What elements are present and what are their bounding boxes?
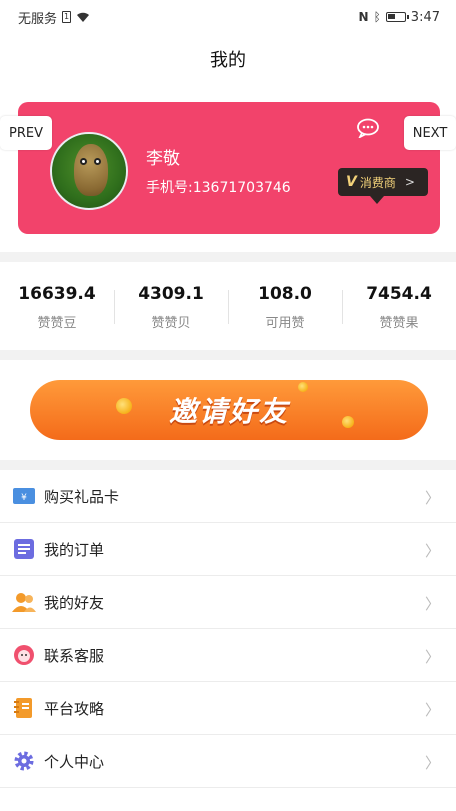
section-divider [0,350,456,360]
chevron-right-icon: 〉 [424,754,440,772]
stat-label: 可用赞 [265,316,305,331]
section-divider [0,460,456,470]
user-phone: 手机号:13671703746 [146,180,291,196]
stat-zanzanguo[interactable]: 7454.4 赞赞果 [342,274,456,346]
stat-value: 7454.4 [366,284,432,304]
menu-item-contact-service[interactable]: 联系客服 〉 [0,629,456,682]
profile-card[interactable]: 李敬 手机号:13671703746 V 消费商 > [18,102,440,234]
invite-friends-text: 邀请好友 [168,395,289,428]
carrier-text: 无服务 [18,11,58,27]
menu-label: 我的订单 [44,540,105,559]
bluetooth-icon: ᛒ [373,10,381,24]
menu-label: 联系客服 [44,646,105,665]
gift-card-icon: ¥ [12,484,36,508]
coin-icon [116,398,132,414]
svg-text:¥: ¥ [21,493,27,503]
status-bar: 无服务 1 N ᛒ 3:47 [0,0,456,34]
stat-label: 赞赞豆 [37,316,77,331]
message-icon[interactable] [356,118,380,138]
coin-icon [298,382,308,392]
avatar[interactable] [50,132,128,210]
chevron-right-icon: 〉 [424,595,440,613]
next-button[interactable]: NEXT [404,116,456,150]
chevron-right-icon: 〉 [424,701,440,719]
order-list-icon [12,537,36,561]
chevron-right-icon: 〉 [424,542,440,560]
stats-row: 16639.4 赞赞豆 4309.1 赞赞贝 108.0 可用赞 7454.4 … [0,274,456,346]
stat-zanzanbei[interactable]: 4309.1 赞赞贝 [114,274,228,346]
chevron-right-icon: 〉 [424,648,440,666]
user-name: 李敬 [146,149,180,169]
status-time: 3:47 [410,9,440,25]
stat-value: 4309.1 [138,284,204,304]
chevron-right-icon: 〉 [424,489,440,507]
invite-friends-banner[interactable]: 邀请好友 [30,380,428,440]
menu-item-platform-guide[interactable]: 平台攻略 〉 [0,682,456,735]
menu-label: 个人中心 [44,752,105,771]
chevron-right-icon: > [404,175,415,189]
battery-icon [385,12,409,22]
friends-icon [12,590,36,614]
nfc-icon: N [358,10,369,24]
stat-value: 16639.4 [18,284,96,304]
wifi-icon [77,12,90,22]
menu-label: 我的好友 [44,593,105,612]
stat-value: 108.0 [258,284,312,304]
vip-mark: V [346,174,357,190]
menu-label: 购买礼品卡 [44,487,120,506]
consumer-badge-label: 消费商 [359,175,396,190]
stat-label: 赞赞贝 [151,316,191,331]
prev-button[interactable]: PREV [0,116,52,150]
consumer-badge[interactable]: V 消费商 > [338,168,428,196]
menu-item-my-orders[interactable]: 我的订单 〉 [0,523,456,576]
menu-label: 平台攻略 [44,699,105,718]
menu-item-my-friends[interactable]: 我的好友 〉 [0,576,456,629]
badge-pointer [370,196,384,204]
section-divider [0,252,456,262]
stat-available-zan[interactable]: 108.0 可用赞 [228,274,342,346]
avatar-nut-figure [74,144,108,196]
page-title: 我的 [210,50,246,71]
menu-item-personal-center[interactable]: 个人中心 〉 [0,735,456,788]
menu-item-buy-gift-card[interactable]: ¥ 购买礼品卡 〉 [0,470,456,523]
stat-zanzandou[interactable]: 16639.4 赞赞豆 [0,274,114,346]
settings-gear-icon [12,749,36,773]
coin-icon [342,416,354,428]
menu-list: ¥ 购买礼品卡 〉 我的订单 〉 我的好友 〉 联系客服 〉 平台攻略 〉 个人… [0,470,456,788]
stat-label: 赞赞果 [379,316,419,331]
customer-service-icon [12,643,36,667]
sim-icon: 1 [62,11,72,23]
guide-book-icon [12,696,36,720]
